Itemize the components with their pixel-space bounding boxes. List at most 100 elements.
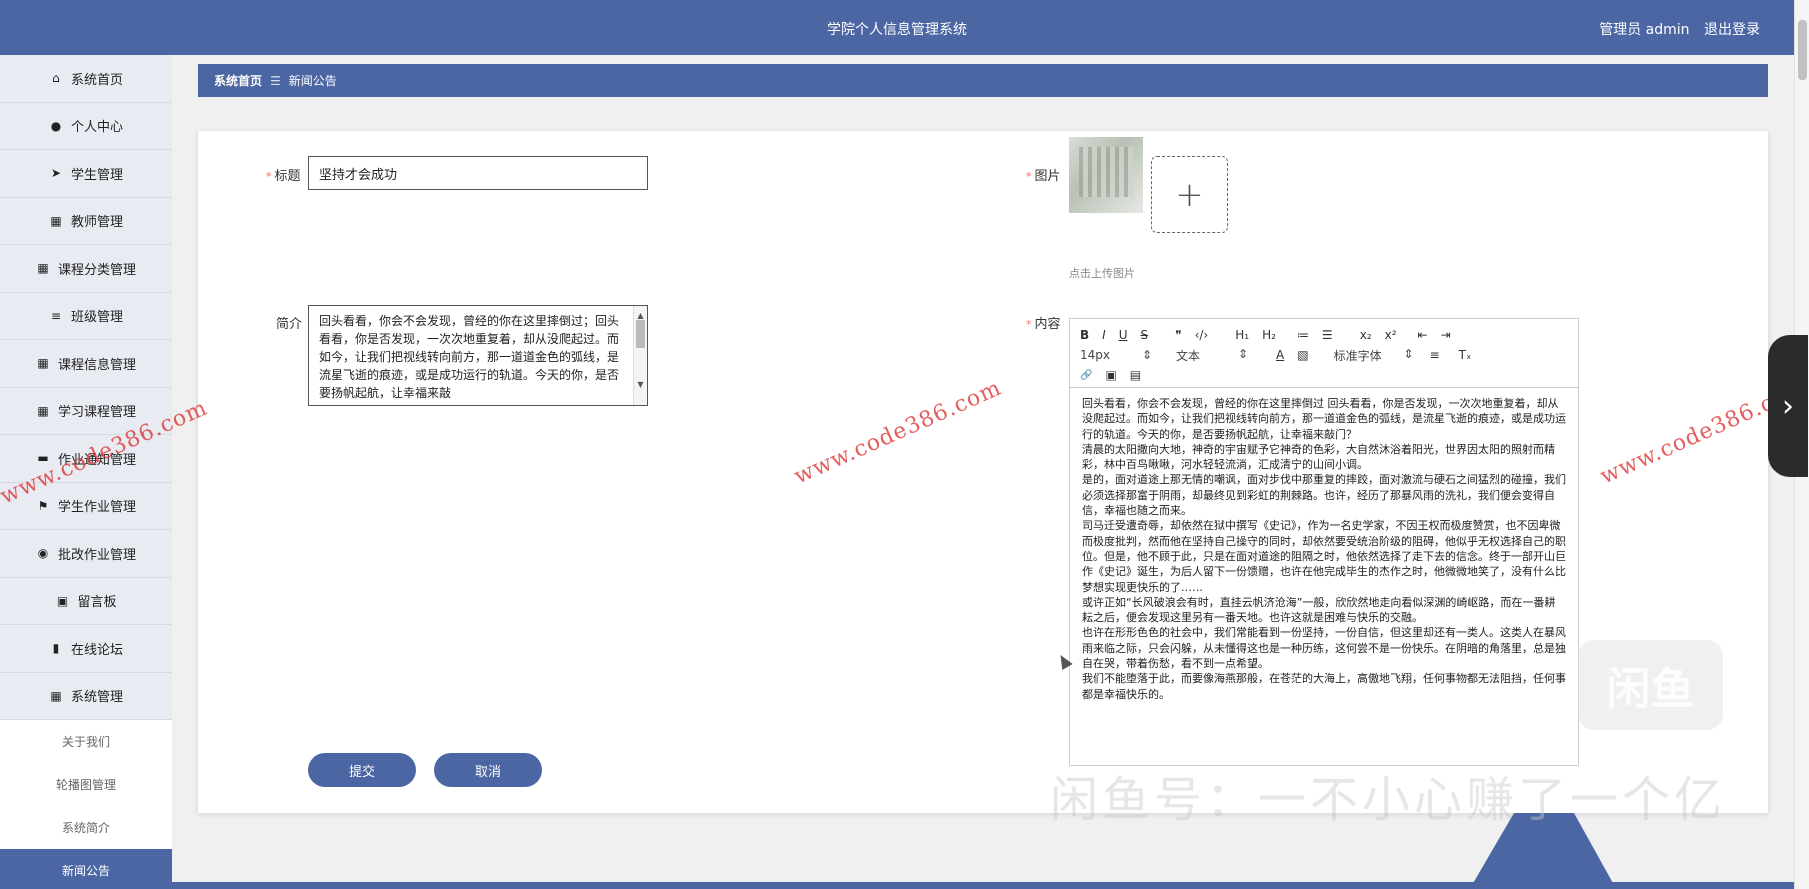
sidebar-item-label: 系统首页 [70,72,123,88]
grid-icon: ▦ [37,403,49,418]
heading2-icon[interactable]: H₂ [1262,328,1276,342]
xianyu-logo: 闲鱼 [1578,640,1723,730]
app-title: 学院个人信息管理系统 [827,22,967,38]
indent-icon[interactable]: ⇥ [1441,328,1451,342]
sidebar-subitem-news[interactable]: 新闻公告 [0,849,172,889]
title-label: * 标题 [266,169,301,184]
chevron-right-icon: › [1782,388,1794,424]
bullet-list-icon[interactable]: ☰ [1322,328,1333,342]
flag-icon: ⚑ [37,498,49,513]
video-icon[interactable]: ▤ [1130,368,1141,382]
top-header: 学院个人信息管理系统 管理员 admin 退出登录 [0,0,1794,55]
ordered-list-icon[interactable]: ≔ [1297,328,1309,342]
grid-icon: ▦ [37,261,49,276]
sidebar-item-profile[interactable]: ● 个人中心 [0,102,172,150]
grid-icon: ▦ [37,356,49,371]
rich-text-editor[interactable]: B I U S ❞ ‹/› H₁ H₂ ≔ ☰ x₂ x² ⇤ ⇥ 14px ⇕ … [1069,318,1579,766]
grid-icon: ▦ [50,213,62,228]
sidebar-subitem-about[interactable]: 关于我们 [0,720,172,763]
sidebar-item-teachers[interactable]: ▦ 教师管理 [0,197,172,245]
subscript-icon[interactable]: x₂ [1360,328,1372,342]
select-arrow-icon: ⇕ [1141,348,1152,362]
sidebar-item-course-category[interactable]: ▦ 课程分类管理 [0,245,172,293]
code-icon[interactable]: ‹/› [1195,328,1209,342]
scroll-thumb[interactable] [636,320,645,348]
user-area: 管理员 admin 退出登录 [1589,19,1760,39]
upload-hint: 点击上传图片 [1069,267,1135,280]
sidebar-item-label: 个人中心 [70,120,123,136]
summary-label: 简介 [276,317,303,332]
link-icon[interactable]: 🔗 [1080,370,1092,381]
blockquote-icon[interactable]: ❞ [1175,328,1181,342]
select-arrow-icon: ⇕ [1237,346,1248,361]
content-label: * 内容 [1026,317,1061,332]
upload-plus-button[interactable]: + [1151,156,1228,233]
editor-paragraph: 或许正如“长风破浪会有时，直挂云帆济沧海”一般，欣欣然地走向看似深渊的崎岖路，而… [1082,595,1556,625]
editor-content[interactable]: 回头看看，你会不会发现，曾经的你在这里摔倒过 回头看看，你是否发现，一次次地重复… [1070,388,1578,710]
image-label: * 图片 [1026,169,1061,184]
font-size-select[interactable]: 14px ⇕ [1080,348,1152,362]
submit-button[interactable]: 提交 [308,753,416,787]
sidebar-item-grading[interactable]: ◉ 批改作业管理 [0,530,172,578]
sidebar-item-home[interactable]: ⌂ 系统首页 [0,55,172,103]
user-icon: ● [50,118,62,133]
sidebar-subitem-intro[interactable]: 系统简介 [0,806,172,849]
scrollbar-thumb[interactable] [1798,20,1807,80]
font-color-icon[interactable]: A [1276,348,1284,362]
required-mark: * [1026,318,1032,331]
sidebar-item-course-info[interactable]: ▦ 课程信息管理 [0,340,172,388]
grid-icon: ▦ [50,688,62,703]
editor-toolbar: B I U S ❞ ‹/› H₁ H₂ ≔ ☰ x₂ x² ⇤ ⇥ 14px ⇕ … [1070,319,1578,388]
cancel-button[interactable]: 取消 [434,753,542,787]
heading1-icon[interactable]: H₁ [1235,328,1249,342]
editor-paragraph: 回头看看，你会不会发现，曾经的你在这里摔倒过 回头看看，你是否发现，一次次地重复… [1082,397,1566,441]
xianyu-watermark-text: 闲鱼号：一不小心赚了一个亿 [1050,772,1727,828]
scroll-down-icon[interactable]: ▼ [634,376,647,394]
select-arrow-icon: ⇕ [1403,346,1414,361]
outdent-icon[interactable]: ⇤ [1418,328,1428,342]
underline-icon[interactable]: U [1119,328,1128,342]
sidebar-item-students[interactable]: ➤ 学生管理 [0,150,172,198]
required-mark: * [1026,170,1032,183]
required-mark: * [266,170,272,183]
uploaded-image-thumbnail[interactable] [1069,137,1143,213]
summary-scrollbar[interactable]: ▲ ▼ [633,306,647,405]
summary-textarea[interactable]: 回头看看，你会不会发现，曾经的你在这里摔倒过；回头看看，你是否发现，一次次地重复… [308,305,648,406]
bottom-bar [172,882,1794,889]
sidebar-item-message-board[interactable]: ▣ 留言板 [0,577,172,625]
image-icon[interactable]: ▣ [1105,368,1116,382]
breadcrumb-home[interactable]: 系统首页 [214,72,262,89]
sidebar-subitem-carousel[interactable]: 轮播图管理 [0,763,172,806]
breadcrumb-separator-icon: ☰ [270,73,281,88]
align-icon[interactable]: ≡ [1430,348,1440,362]
sidebar-item-classes[interactable]: ≡ 班级管理 [0,292,172,340]
clear-format-icon[interactable]: Tₓ [1459,348,1472,362]
sidebar-item-label: 课程分类管理 [57,262,136,278]
font-family-select[interactable]: 标准字体 ⇕ [1334,347,1414,364]
sidebar-item-label: 教师管理 [70,215,123,231]
editor-paragraph: 是的，面对道途上那无情的嘲讽，面对步伐中那重复的摔跤，面对激流与硬石之间猛烈的碰… [1082,473,1566,518]
bold-icon[interactable]: B [1080,328,1089,342]
superscript-icon[interactable]: x² [1385,328,1397,342]
logout-link[interactable]: 退出登录 [1704,22,1760,38]
book-icon: ▮ [52,641,60,656]
sidebar-item-forum[interactable]: ▮ 在线论坛 [0,625,172,673]
italic-icon[interactable]: I [1102,328,1106,342]
summary-text: 回头看看，你会不会发现，曾经的你在这里摔倒过；回头看看，你是否发现，一次次地重复… [319,314,620,400]
send-icon: ➤ [50,166,62,181]
title-input[interactable]: 坚持才会成功 [308,156,648,190]
breadcrumb: 系统首页 ☰ 新闻公告 [198,64,1768,97]
block-type-select[interactable]: 文本 ⇕ [1176,347,1248,364]
strikethrough-icon[interactable]: S [1141,328,1149,342]
sidebar-item-label: 批改作业管理 [57,547,136,563]
background-color-icon[interactable]: ▧ [1297,348,1308,362]
sidebar-item-label: 系统管理 [70,690,123,706]
next-arrow-button[interactable]: › [1768,335,1808,477]
breadcrumb-current: 新闻公告 [288,74,337,88]
location-icon: ◉ [37,546,49,561]
sidebar-item-system[interactable]: ▦ 系统管理 [0,672,172,720]
sidebar-item-label: 课程信息管理 [57,357,136,373]
home-icon: ⌂ [52,71,60,86]
list-icon: ≡ [50,308,62,323]
sidebar-item-label: 班级管理 [70,310,123,326]
